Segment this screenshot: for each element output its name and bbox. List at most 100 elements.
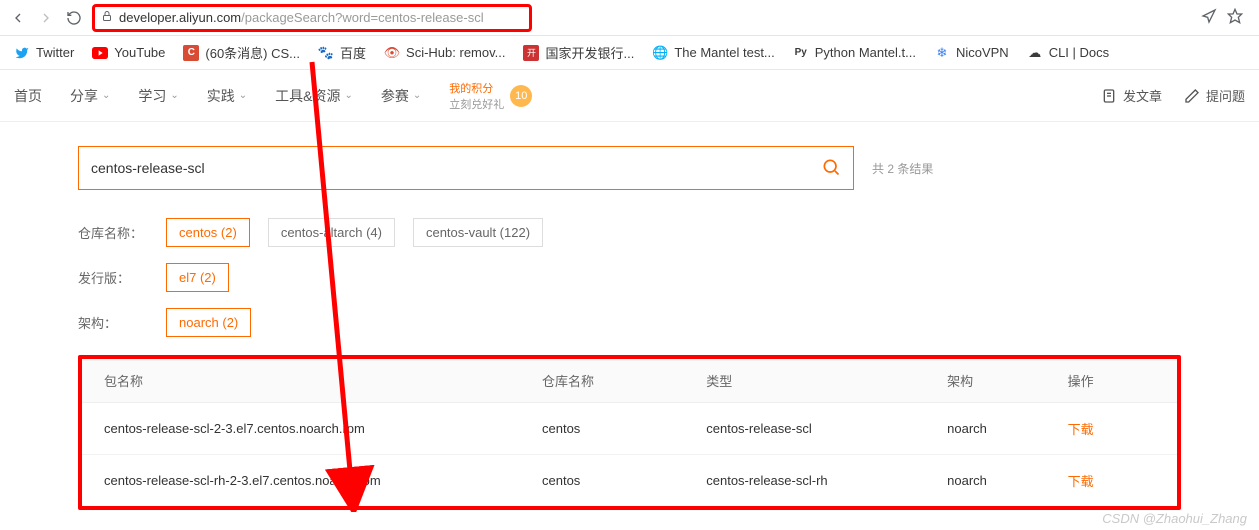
bookmark-youtube[interactable]: YouTube [92, 45, 165, 61]
bookmark-cdb[interactable]: 开 国家开发银行... [523, 43, 634, 62]
cell-name: centos-release-scl-2-3.el7.centos.noarch… [82, 403, 520, 455]
nav-right: 发文章 提问题 [1101, 86, 1245, 105]
bookmark-label: The Mantel test... [674, 45, 774, 60]
search-icon [821, 157, 841, 177]
url-host: developer.aliyun.com [119, 10, 241, 25]
nav-label: 学习 [138, 86, 166, 106]
chevron-down-icon: ⌄ [413, 90, 421, 101]
chip-noarch[interactable]: noarch (2) [166, 308, 251, 337]
cell-repo: centos [520, 403, 684, 455]
publish-label: 发文章 [1123, 86, 1162, 105]
nav-learn[interactable]: 学习 ⌄ [138, 86, 178, 106]
csdn-icon: C [183, 45, 199, 61]
cell-arch: noarch [925, 403, 1045, 455]
bookmark-label: (60条消息) CS... [205, 43, 300, 62]
chevron-down-icon: ⌄ [170, 90, 178, 101]
cdb-icon: 开 [523, 45, 539, 61]
th-name: 包名称 [82, 359, 520, 403]
twitter-icon [14, 45, 30, 61]
lock-icon [101, 10, 113, 25]
points-widget[interactable]: 我的积分 立刻兑好礼 10 [449, 80, 532, 112]
nav-practice[interactable]: 实践 ⌄ [207, 86, 247, 106]
address-bar[interactable]: developer.aliyun.com/packageSearch?word=… [92, 4, 532, 32]
bookmark-label: YouTube [114, 45, 165, 60]
table-header-row: 包名称 仓库名称 类型 架构 操作 [82, 359, 1177, 403]
bookmark-label: NicoVPN [956, 45, 1009, 60]
publish-button[interactable]: 发文章 [1101, 86, 1162, 105]
th-op: 操作 [1046, 359, 1177, 403]
bookmark-nicovpn[interactable]: ❄ NicoVPN [934, 45, 1009, 61]
bookmark-label: Twitter [36, 45, 74, 60]
chevron-down-icon: ⌄ [102, 90, 110, 101]
cell-name: centos-release-scl-rh-2-3.el7.centos.noa… [82, 455, 520, 507]
th-type: 类型 [684, 359, 925, 403]
result-count: 共 2 条结果 [872, 160, 933, 177]
baidu-icon: 🐾 [318, 45, 334, 61]
bookmark-csdn[interactable]: C (60条消息) CS... [183, 43, 300, 62]
table-row: centos-release-scl-2-3.el7.centos.noarch… [82, 403, 1177, 455]
globe-icon: 🌐 [652, 45, 668, 61]
bookmark-python-mantel[interactable]: Py Python Mantel.t... [793, 45, 916, 61]
download-link[interactable]: 下载 [1068, 474, 1094, 489]
cell-arch: noarch [925, 455, 1045, 507]
filter-repo: 仓库名称： centos (2) centos-altarch (4) cent… [78, 218, 1181, 247]
chip-centos-vault[interactable]: centos-vault (122) [413, 218, 543, 247]
nav-home[interactable]: 首页 [14, 86, 42, 106]
search-button[interactable] [821, 157, 841, 180]
chip-centos[interactable]: centos (2) [166, 218, 250, 247]
content: 共 2 条结果 仓库名称： centos (2) centos-altarch … [0, 122, 1259, 530]
bookmark-cli[interactable]: ☁ CLI | Docs [1027, 45, 1109, 61]
vpn-icon: ❄ [934, 45, 950, 61]
nav-share[interactable]: 分享⌄ [70, 86, 110, 106]
edit-icon [1184, 88, 1200, 104]
site-nav: 首页 分享⌄ 学习⌄ 实践⌄ 工具&资源⌄ 参赛⌄ 我的积分 立刻兑好礼 10 … [0, 70, 1259, 122]
points-title: 我的积分 [449, 80, 504, 96]
ask-button[interactable]: 提问题 [1184, 86, 1245, 105]
results-table-wrap: 包名称 仓库名称 类型 架构 操作 centos-release-scl-2-3… [78, 355, 1181, 510]
points-sub: 立刻兑好礼 [449, 96, 504, 112]
watermark: CSDN @Zhaohui_Zhang [1102, 511, 1247, 526]
search-row: 共 2 条结果 [78, 146, 1181, 190]
table-row: centos-release-scl-rh-2-3.el7.centos.noa… [82, 455, 1177, 507]
youtube-icon [92, 45, 108, 61]
nav-forward-button[interactable] [36, 8, 56, 28]
address-text: developer.aliyun.com/packageSearch?word=… [119, 10, 484, 25]
nav-label: 首页 [14, 86, 42, 106]
th-arch: 架构 [925, 359, 1045, 403]
chip-centos-altarch[interactable]: centos-altarch (4) [268, 218, 395, 247]
url-path: /packageSearch?word=centos-release-scl [241, 10, 483, 25]
ask-label: 提问题 [1206, 86, 1245, 105]
cell-repo: centos [520, 455, 684, 507]
send-icon[interactable] [1201, 8, 1217, 27]
scihub-icon: 👁 [384, 45, 400, 61]
cell-type: centos-release-scl [684, 403, 925, 455]
filter-arch: 架构： noarch (2) [78, 308, 1181, 337]
filter-release: 发行版： el7 (2) [78, 263, 1181, 292]
bookmark-twitter[interactable]: Twitter [14, 45, 74, 61]
doc-icon [1101, 88, 1117, 104]
chevron-down-icon: ⌄ [239, 90, 247, 101]
filter-label: 仓库名称： [78, 223, 148, 242]
th-repo: 仓库名称 [520, 359, 684, 403]
search-box [78, 146, 854, 190]
bookmark-baidu[interactable]: 🐾 百度 [318, 43, 366, 62]
bookmark-scihub[interactable]: 👁 Sci-Hub: remov... [384, 45, 505, 61]
bookmark-label: 国家开发银行... [545, 43, 634, 62]
search-input[interactable] [91, 160, 821, 176]
reload-button[interactable] [64, 8, 84, 28]
nav-tools[interactable]: 工具&资源⌄ [275, 86, 353, 106]
bookmark-mantel[interactable]: 🌐 The Mantel test... [652, 45, 774, 61]
filter-label: 架构： [78, 313, 148, 332]
nav-back-button[interactable] [8, 8, 28, 28]
nav-label: 工具&资源 [275, 86, 340, 106]
browser-toolbar: developer.aliyun.com/packageSearch?word=… [0, 0, 1259, 36]
chip-el7[interactable]: el7 (2) [166, 263, 229, 292]
bookmark-label: Sci-Hub: remov... [406, 45, 505, 60]
cell-type: centos-release-scl-rh [684, 455, 925, 507]
bookmark-label: 百度 [340, 43, 366, 62]
nav-label: 实践 [207, 86, 235, 106]
bookmark-label: Python Mantel.t... [815, 45, 916, 60]
nav-compete[interactable]: 参赛⌄ [381, 86, 421, 106]
download-link[interactable]: 下载 [1068, 422, 1094, 437]
star-icon[interactable] [1227, 8, 1243, 27]
